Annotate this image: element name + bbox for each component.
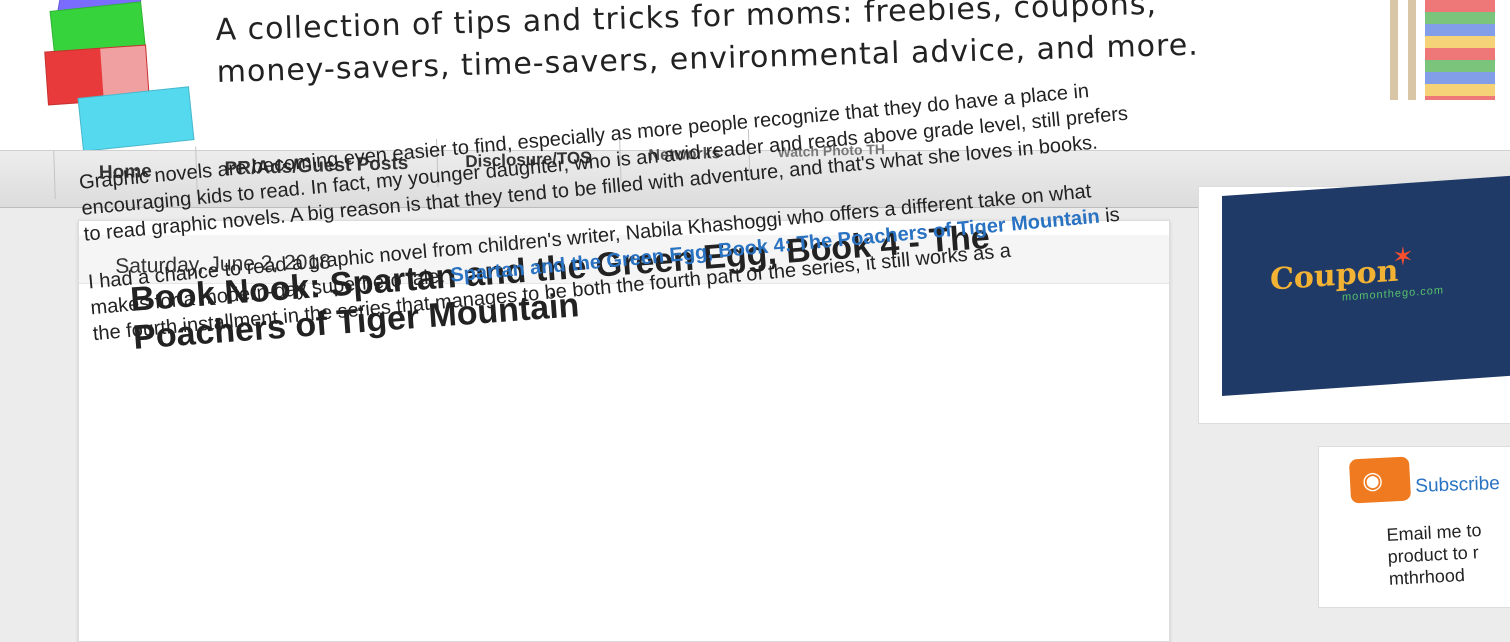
- site-logo[interactable]: [40, 0, 200, 152]
- coupon-ad-banner[interactable]: Coupon ✶ momonthego.com: [1222, 175, 1510, 396]
- email-subscribe-text: Email me to product to r mthrhood: [1386, 520, 1483, 589]
- decoration-stick: [1408, 0, 1416, 100]
- header-decoration-image: [1380, 0, 1510, 110]
- ad-swoosh-icon: ✶: [1392, 240, 1414, 273]
- rss-icon[interactable]: [1348, 456, 1412, 504]
- decoration-stack: [1425, 0, 1495, 100]
- subscribe-link[interactable]: Subscribe: [1415, 473, 1500, 498]
- logo-block-cyan: [77, 86, 195, 152]
- decoration-stick: [1390, 0, 1398, 100]
- site-tagline: A collection of tips and tricks for moms…: [215, 0, 1377, 94]
